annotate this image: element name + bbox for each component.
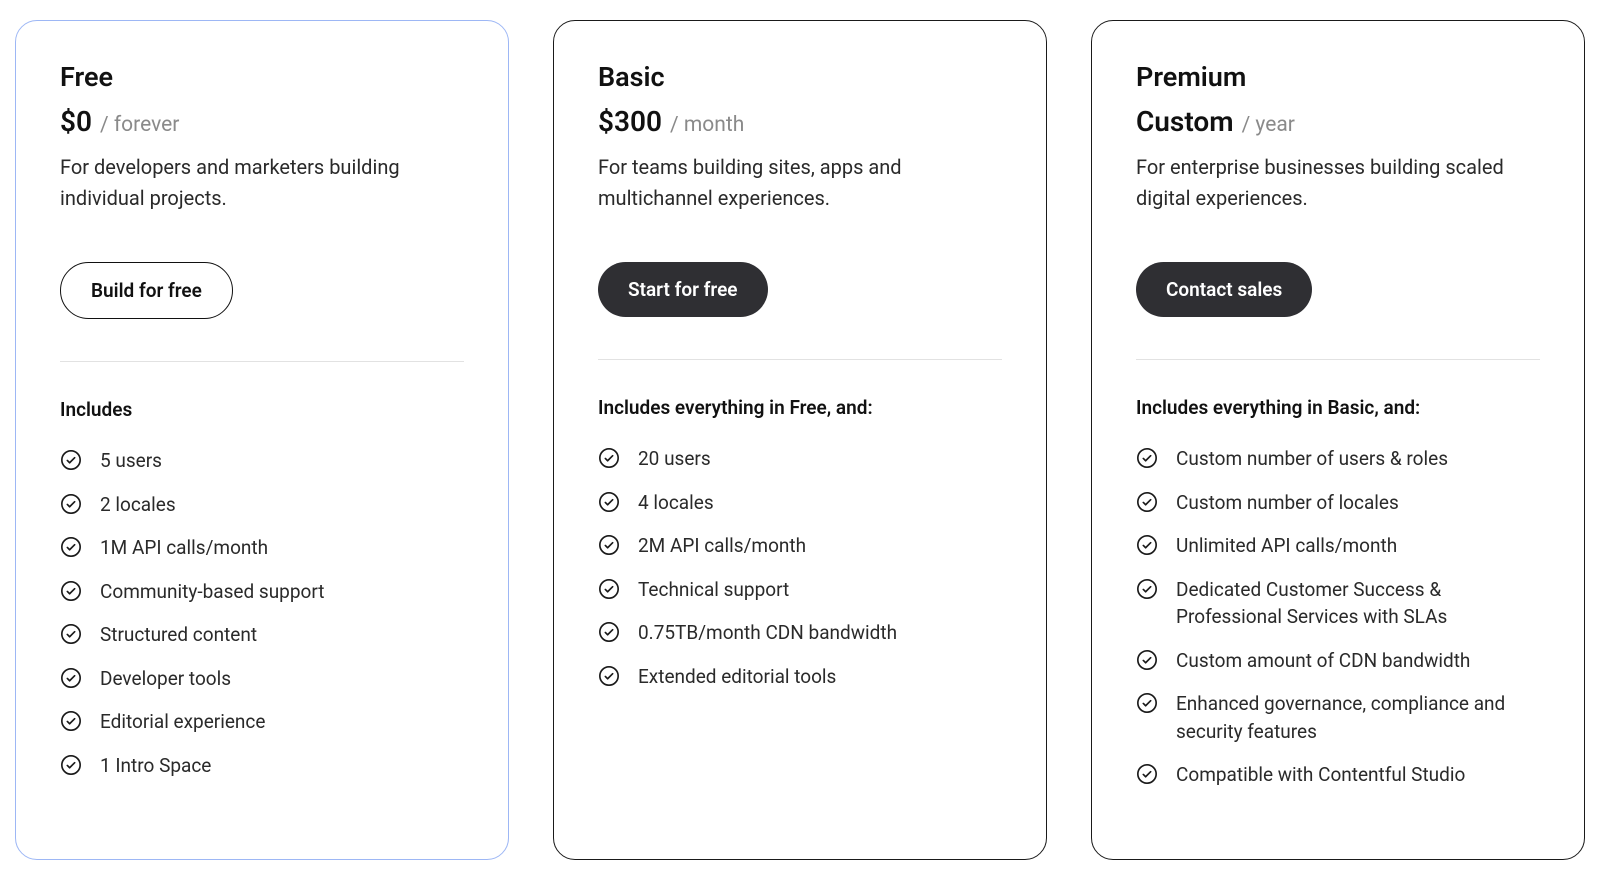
check-circle-icon xyxy=(598,491,620,513)
check-circle-icon xyxy=(1136,763,1158,785)
check-circle-icon xyxy=(60,493,82,515)
check-circle-icon xyxy=(60,536,82,558)
pricing-grid: Free $0 / forever For developers and market… xyxy=(0,0,1600,880)
feature-item: Extended editorial tools xyxy=(598,663,1002,691)
feature-text: 1M API calls/month xyxy=(100,534,464,562)
feature-item: Custom number of users & roles xyxy=(1136,445,1540,473)
feature-item: Editorial experience xyxy=(60,708,464,736)
feature-text: Custom number of locales xyxy=(1176,489,1540,517)
check-circle-icon xyxy=(598,665,620,687)
feature-item: 4 locales xyxy=(598,489,1002,517)
feature-text: Community-based support xyxy=(100,578,464,606)
cta-button[interactable]: Build for free xyxy=(60,262,233,319)
feature-text: Compatible with Contentful Studio xyxy=(1176,761,1540,789)
feature-text: Technical support xyxy=(638,576,1002,604)
feature-item: Structured content xyxy=(60,621,464,649)
price-line: $300 / month xyxy=(598,105,1002,138)
feature-text: Custom number of users & roles xyxy=(1176,445,1540,473)
feature-text: Structured content xyxy=(100,621,464,649)
feature-text: 2 locales xyxy=(100,491,464,519)
feature-text: Developer tools xyxy=(100,665,464,693)
price-value: Custom xyxy=(1136,105,1234,138)
check-circle-icon xyxy=(598,534,620,556)
price-value: $300 xyxy=(598,105,662,138)
plan-name: Basic xyxy=(598,61,1002,93)
feature-item: 5 users xyxy=(60,447,464,475)
plan-description: For teams building sites, apps and multi… xyxy=(598,152,982,214)
feature-item: 1M API calls/month xyxy=(60,534,464,562)
check-circle-icon xyxy=(60,449,82,471)
price-period: / forever xyxy=(100,113,179,137)
feature-text: Enhanced governance, compliance and secu… xyxy=(1176,690,1540,745)
feature-text: 20 users xyxy=(638,445,1002,473)
plan-card-premium: Premium Custom / year For enterprise busine… xyxy=(1091,20,1585,860)
feature-item: Custom amount of CDN bandwidth xyxy=(1136,647,1540,675)
feature-item: Dedicated Customer Success & Professiona… xyxy=(1136,576,1540,631)
feature-item: Enhanced governance, compliance and secu… xyxy=(1136,690,1540,745)
check-circle-icon xyxy=(60,710,82,732)
feature-item: Community-based support xyxy=(60,578,464,606)
check-circle-icon xyxy=(1136,578,1158,600)
price-value: $0 xyxy=(60,105,92,138)
price-period: / month xyxy=(670,113,744,137)
feature-list: Custom number of users & roles Custom num… xyxy=(1136,445,1540,789)
cta-button[interactable]: Start for free xyxy=(598,262,768,317)
check-circle-icon xyxy=(1136,534,1158,556)
plan-name: Premium xyxy=(1136,61,1540,93)
check-circle-icon xyxy=(60,580,82,602)
feature-text: 4 locales xyxy=(638,489,1002,517)
feature-item: Developer tools xyxy=(60,665,464,693)
feature-list: 5 users 2 locales 1M API calls/month Commun… xyxy=(60,447,464,779)
includes-heading: Includes everything in Basic, and: xyxy=(1136,396,1540,419)
plan-name: Free xyxy=(60,61,464,93)
check-circle-icon xyxy=(1136,447,1158,469)
check-circle-icon xyxy=(60,623,82,645)
feature-item: Unlimited API calls/month xyxy=(1136,532,1540,560)
price-period: / year xyxy=(1242,113,1295,137)
feature-list: 20 users 4 locales 2M API calls/month Techn… xyxy=(598,445,1002,690)
feature-item: 0.75TB/month CDN bandwidth xyxy=(598,619,1002,647)
feature-text: Extended editorial tools xyxy=(638,663,1002,691)
feature-item: 2M API calls/month xyxy=(598,532,1002,560)
feature-text: Editorial experience xyxy=(100,708,464,736)
feature-text: 0.75TB/month CDN bandwidth xyxy=(638,619,1002,647)
divider xyxy=(598,359,1002,360)
feature-item: 2 locales xyxy=(60,491,464,519)
feature-item: 1 Intro Space xyxy=(60,752,464,780)
includes-heading: Includes everything in Free, and: xyxy=(598,396,1002,419)
feature-text: 1 Intro Space xyxy=(100,752,464,780)
includes-heading: Includes xyxy=(60,398,464,421)
plan-card-basic: Basic $300 / month For teams building sites… xyxy=(553,20,1047,860)
plan-description: For developers and marketers building in… xyxy=(60,152,444,214)
plan-card-free: Free $0 / forever For developers and market… xyxy=(15,20,509,860)
check-circle-icon xyxy=(1136,649,1158,671)
feature-text: 2M API calls/month xyxy=(638,532,1002,560)
check-circle-icon xyxy=(60,754,82,776)
check-circle-icon xyxy=(60,667,82,689)
feature-text: 5 users xyxy=(100,447,464,475)
check-circle-icon xyxy=(598,447,620,469)
feature-text: Dedicated Customer Success & Professiona… xyxy=(1176,576,1540,631)
price-line: $0 / forever xyxy=(60,105,464,138)
feature-item: 20 users xyxy=(598,445,1002,473)
plan-description: For enterprise businesses building scale… xyxy=(1136,152,1520,214)
check-circle-icon xyxy=(598,578,620,600)
divider xyxy=(60,361,464,362)
feature-item: Custom number of locales xyxy=(1136,489,1540,517)
check-circle-icon xyxy=(598,621,620,643)
cta-button[interactable]: Contact sales xyxy=(1136,262,1312,317)
check-circle-icon xyxy=(1136,491,1158,513)
price-line: Custom / year xyxy=(1136,105,1540,138)
feature-text: Unlimited API calls/month xyxy=(1176,532,1540,560)
divider xyxy=(1136,359,1540,360)
check-circle-icon xyxy=(1136,692,1158,714)
feature-item: Compatible with Contentful Studio xyxy=(1136,761,1540,789)
feature-text: Custom amount of CDN bandwidth xyxy=(1176,647,1540,675)
feature-item: Technical support xyxy=(598,576,1002,604)
